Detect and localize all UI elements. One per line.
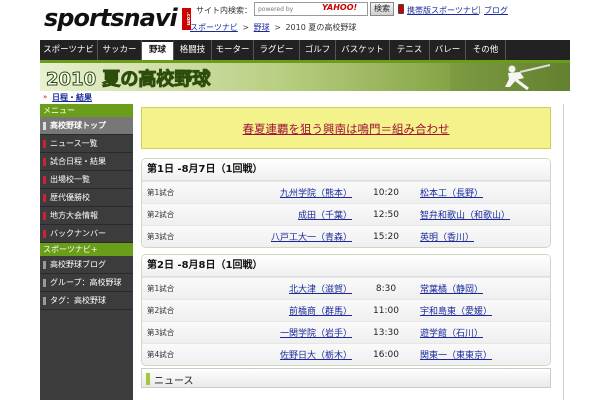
away-team-link[interactable]: 松本工（長野）	[420, 186, 540, 199]
section-banner: 2010 夏の高校野球	[40, 63, 570, 91]
batter-illustration	[450, 63, 570, 91]
day-schedule-box: 第2日 -8月8日（1回戦） 第1試合 北大津（滋賀） 8:30 常葉橘（静岡）…	[141, 254, 551, 366]
day-title: 第2日 -8月8日（1回戦）	[142, 255, 550, 277]
sidebar-menu-heading: メニュー	[40, 104, 133, 117]
right-column-edge	[563, 104, 570, 400]
sidebar: メニュー 高校野球トップ ニュース一覧 試合日程・結果 出場校一覧 歴代優勝校 …	[40, 104, 133, 400]
game-row: 第2試合 前橋商（群馬） 11:00 宇和島東（愛媛）	[142, 299, 550, 321]
logo-text: sportsnavi	[44, 4, 178, 32]
game-number: 第1試合	[147, 188, 175, 197]
nav-tab-volleyball[interactable]: バレー	[430, 40, 466, 60]
game-time: 11:00	[373, 305, 399, 316]
breadcrumb-separator: >	[242, 23, 250, 32]
nav-tab-golf[interactable]: ゴルフ	[300, 40, 336, 60]
sidebar-item-news[interactable]: ニュース一覧	[40, 135, 133, 153]
sidebar-item-group[interactable]: グループ：高校野球	[40, 274, 133, 292]
banner-title: 2010 夏の高校野球	[45, 69, 211, 91]
mobile-site-link[interactable]: 携帯版スポーツナビ	[407, 5, 479, 16]
away-team-link[interactable]: 宇和島東（愛媛）	[420, 304, 540, 317]
game-time: 15:20	[373, 231, 399, 242]
game-number: 第4試合	[147, 350, 175, 359]
sidebar-item-blog[interactable]: 高校野球ブログ	[40, 256, 133, 274]
game-row: 第1試合 九州学院（熊本） 10:20 松本工（長野）	[142, 181, 550, 203]
nav-tab-baseball[interactable]: 野球	[142, 40, 174, 60]
home-team-link[interactable]: 前橋商（群馬）	[257, 304, 352, 317]
game-row: 第3試合 八戸工大一（青森） 15:20 英明（香川）	[142, 225, 550, 247]
blog-link[interactable]: ブログ	[484, 5, 508, 16]
game-row: 第2試合 成田（千葉） 12:50 智弁和歌山（和歌山）	[142, 203, 550, 225]
game-time: 10:20	[373, 187, 399, 198]
promo-link[interactable]: 春夏連覇を狙う興南は鳴門＝組み合わせ	[142, 121, 550, 137]
home-team-link[interactable]: 一関学院（岩手）	[257, 326, 352, 339]
mobile-phone-icon	[398, 4, 404, 14]
nav-tab-motor[interactable]: モーター	[212, 40, 254, 60]
nav-tab-tennis[interactable]: テニス	[390, 40, 430, 60]
sidebar-item-backnumber[interactable]: バックナンバー	[40, 225, 133, 243]
nav-tab-basketball[interactable]: バスケット	[336, 40, 390, 60]
home-team-link[interactable]: 北大津（滋賀）	[257, 282, 352, 295]
sidebar-item-tag[interactable]: タグ：高校野球	[40, 292, 133, 310]
breadcrumb-item-sportsnavi[interactable]: スポーツナビ	[190, 23, 238, 32]
sidebar-item-top[interactable]: 高校野球トップ	[40, 117, 133, 135]
away-team-link[interactable]: 常葉橘（静岡）	[420, 282, 540, 295]
breadcrumb-item-baseball[interactable]: 野球	[254, 23, 270, 32]
home-team-link[interactable]: 佐野日大（栃木）	[257, 348, 352, 361]
game-number: 第3試合	[147, 328, 175, 337]
promo-box: 春夏連覇を狙う興南は鳴門＝組み合わせ	[141, 107, 551, 149]
game-number: 第2試合	[147, 210, 175, 219]
game-number: 第2試合	[147, 306, 175, 315]
game-time: 12:50	[373, 209, 399, 220]
breadcrumb-current: 2010 夏の高校野球	[285, 23, 357, 32]
nav-tab-other[interactable]: その他	[466, 40, 506, 60]
day-title: 第1日 -8月7日（1回戦）	[142, 159, 550, 181]
nav-tab-sportsnavi[interactable]: スポーツナビ	[40, 40, 98, 60]
game-row: 第4試合 佐野日大（栃木） 16:00 関東一（東東京）	[142, 343, 550, 365]
banner-sub: » 日程・結果	[40, 91, 570, 103]
away-team-link[interactable]: 智弁和歌山（和歌山）	[420, 208, 540, 221]
game-row: 第1試合 北大津（滋賀） 8:30 常葉橘（静岡）	[142, 277, 550, 299]
home-team-link[interactable]: 九州学院（熊本）	[257, 186, 352, 199]
news-heading: ニュース	[154, 376, 194, 387]
nav-tab-rugby[interactable]: ラグビー	[254, 40, 300, 60]
arrow-icon: »	[43, 93, 48, 101]
game-time: 13:30	[373, 327, 399, 338]
away-team-link[interactable]: 遊学館（石川）	[420, 326, 540, 339]
game-time: 8:30	[375, 283, 397, 294]
game-row: 第3試合 一関学院（岩手） 13:30 遊学館（石川）	[142, 321, 550, 343]
yahoo-logo: YAHOO!	[322, 3, 358, 12]
away-team-link[interactable]: 英明（香川）	[420, 230, 540, 243]
site-header: sportsnavi .com サイト内検索： YAHOO! 検索 携帯版スポー…	[0, 0, 610, 40]
game-number: 第1試合	[147, 284, 175, 293]
sidebar-item-regional[interactable]: 地方大会情報	[40, 207, 133, 225]
sportsnavi-logo[interactable]: sportsnavi .com	[44, 4, 191, 32]
schedule-results-link[interactable]: 日程・結果	[52, 92, 92, 103]
nav-tab-soccer[interactable]: サッカー	[98, 40, 142, 60]
sidebar-item-schedule[interactable]: 試合日程・結果	[40, 153, 133, 171]
sidebar-item-schools[interactable]: 出場校一覧	[40, 171, 133, 189]
site-search-label: サイト内検索：	[196, 6, 252, 15]
home-team-link[interactable]: 八戸工大一（青森）	[257, 230, 352, 243]
sidebar-item-champions[interactable]: 歴代優勝校	[40, 189, 133, 207]
game-number: 第3試合	[147, 232, 175, 241]
breadcrumb: スポーツナビ > 野球 > 2010 夏の高校野球	[190, 22, 356, 33]
nav-tab-fighting[interactable]: 格闘技	[174, 40, 212, 60]
sport-nav: スポーツナビ サッカー 野球 格闘技 モーター ラグビー ゴルフ バスケット テ…	[40, 40, 570, 60]
header-separator: |	[478, 5, 481, 14]
breadcrumb-separator: >	[274, 23, 281, 32]
home-team-link[interactable]: 成田（千葉）	[257, 208, 352, 221]
news-section-header: ニュース	[141, 368, 551, 388]
day-schedule-box: 第1日 -8月7日（1回戦） 第1試合 九州学院（熊本） 10:20 松本工（長…	[141, 158, 551, 248]
search-button[interactable]: 検索	[370, 2, 394, 16]
away-team-link[interactable]: 関東一（東東京）	[420, 348, 540, 361]
section-marker	[146, 373, 150, 385]
game-time: 16:00	[373, 349, 399, 360]
sidebar-plus-heading: スポーツナビ+	[40, 243, 133, 256]
